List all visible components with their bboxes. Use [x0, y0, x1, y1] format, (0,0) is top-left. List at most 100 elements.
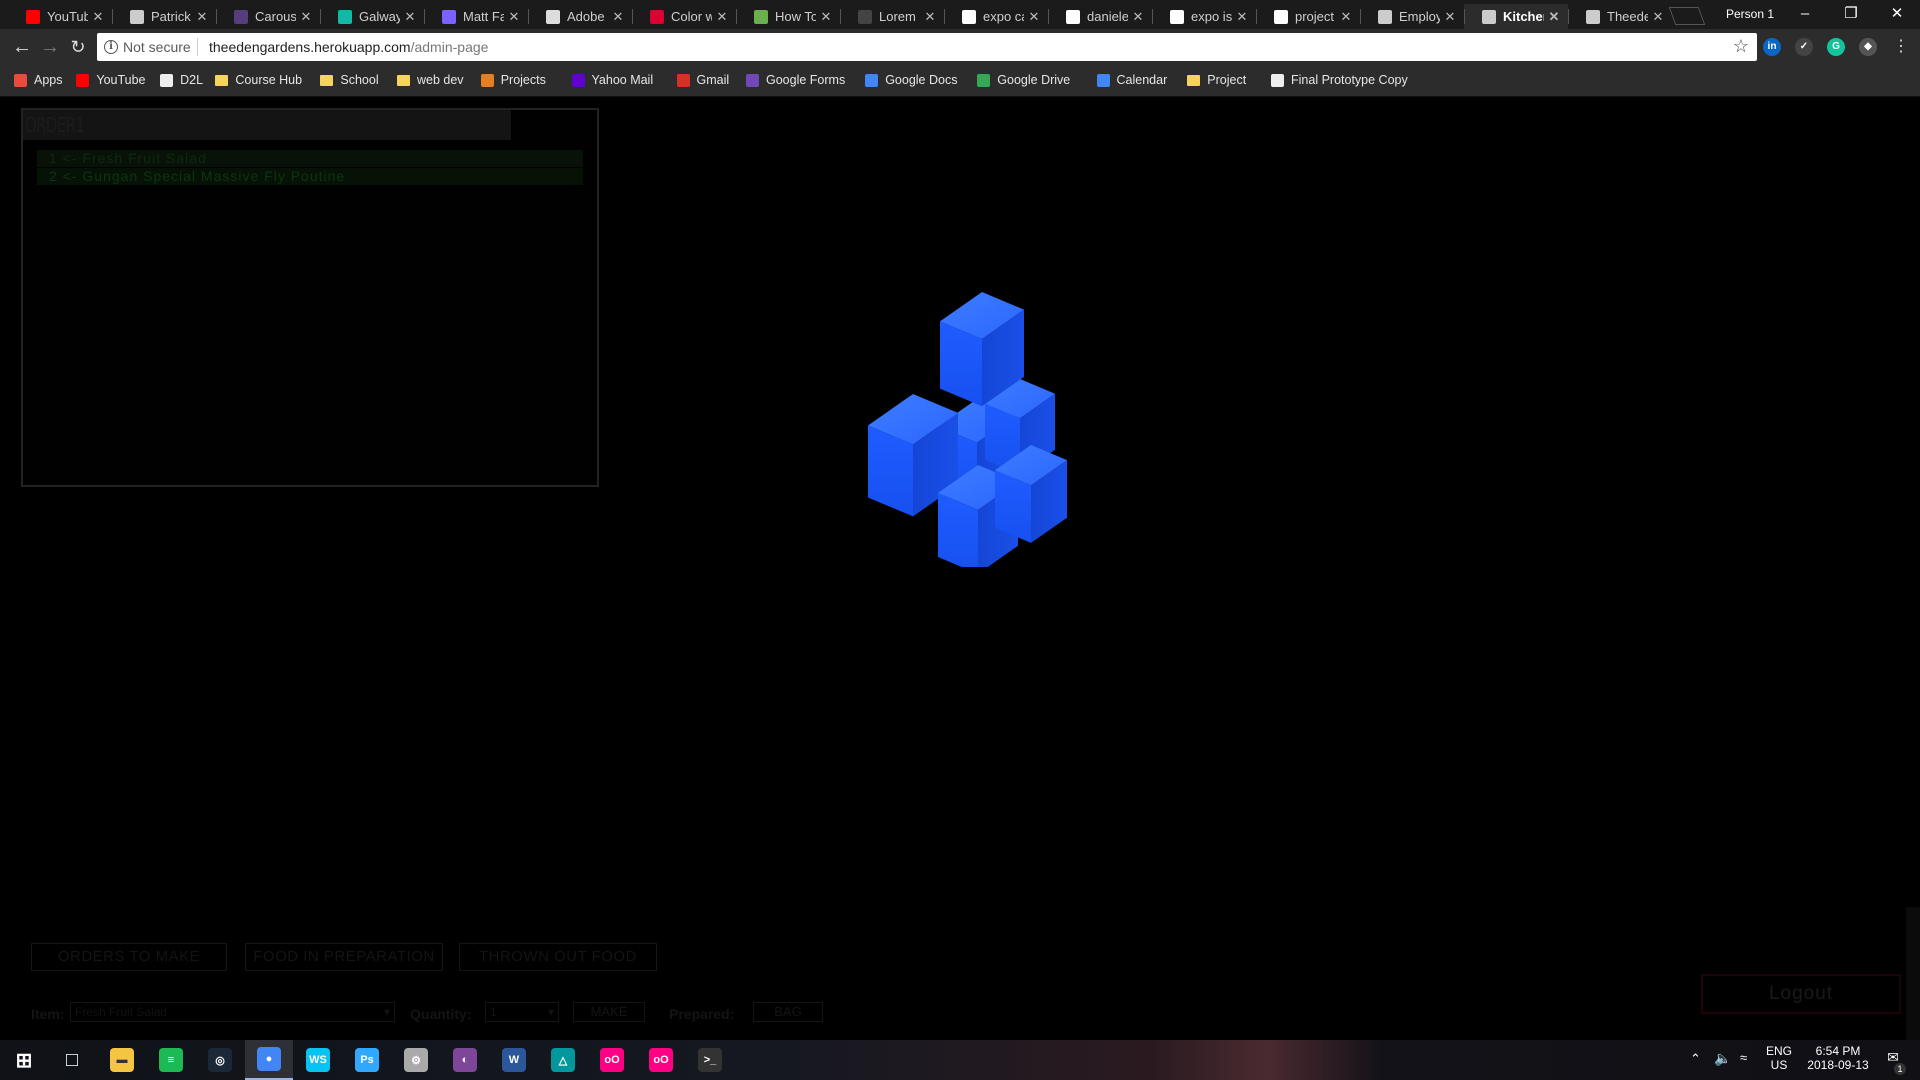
browser-tab[interactable]: How To ✕ — [736, 4, 840, 29]
tab-orders-to-make[interactable]: ORDERS TO MAKE — [31, 943, 227, 971]
notification-icon[interactable]: ✉ 1 — [1880, 1049, 1906, 1075]
info-icon[interactable]: i — [104, 40, 118, 54]
webstorm-icon[interactable]: WS — [294, 1040, 342, 1080]
close-window-icon[interactable]: ✕ — [1874, 3, 1920, 25]
close-tab-icon[interactable]: ✕ — [1028, 9, 1040, 25]
close-tab-icon[interactable]: ✕ — [716, 9, 728, 25]
galway-icon — [338, 9, 352, 24]
settings-icon[interactable]: ⚙ — [392, 1040, 440, 1080]
browser-tab[interactable]: Matt Far ✕ — [424, 4, 528, 29]
security-status-label[interactable]: Not secure — [123, 39, 191, 55]
minimize-window-icon[interactable]: – — [1782, 3, 1828, 25]
close-tab-icon[interactable]: ✕ — [1444, 9, 1456, 25]
close-tab-icon[interactable]: ✕ — [924, 9, 936, 25]
file-explorer-icon[interactable]: ▬ — [98, 1040, 146, 1080]
close-tab-icon[interactable]: ✕ — [300, 9, 312, 25]
forward-arrow-icon[interactable]: → — [37, 34, 63, 60]
volume-icon[interactable]: 🔈 — [1714, 1050, 1731, 1067]
bookmark-item[interactable]: Yahoo Mail — [571, 73, 653, 87]
close-tab-icon[interactable]: ✕ — [196, 9, 208, 25]
order-item[interactable]: 1 <- Fresh Fruit Salad — [37, 150, 583, 167]
back-arrow-icon[interactable]: ← — [9, 34, 35, 60]
browser-tab[interactable]: Color wh ✕ — [632, 4, 736, 29]
linkedin-extension-icon[interactable]: in — [1763, 38, 1781, 56]
browser-tab[interactable]: Adobe Il ✕ — [528, 4, 632, 29]
chevron-up-icon[interactable]: ⌃ — [1690, 1051, 1701, 1067]
bookmark-item[interactable]: Projects — [480, 73, 546, 87]
bookmark-item[interactable]: web dev — [397, 73, 464, 87]
restore-window-icon[interactable]: ❐ — [1828, 3, 1874, 25]
close-tab-icon[interactable]: ✕ — [1132, 9, 1144, 25]
close-tab-icon[interactable]: ✕ — [1652, 9, 1664, 25]
browser-tab[interactable]: Lorem Ip ✕ — [840, 4, 944, 29]
browser-tab[interactable]: Galway t ✕ — [320, 4, 424, 29]
dev-extension-icon[interactable]: ◆ — [1859, 38, 1877, 56]
bookmark-item[interactable]: Google Drive — [977, 73, 1070, 87]
browser-tab[interactable]: Carousel ✕ — [216, 4, 320, 29]
arduino-icon[interactable]: △ — [539, 1040, 587, 1080]
tab-separator — [528, 9, 529, 24]
close-tab-icon[interactable]: ✕ — [820, 9, 832, 25]
browser-tab[interactable]: expo is ✕ — [1152, 4, 1256, 29]
photoshop-icon[interactable]: Ps — [343, 1040, 391, 1080]
reader-extension-icon[interactable]: ✓ — [1795, 38, 1813, 56]
flickr-icon[interactable]: oO — [588, 1040, 636, 1080]
bookmark-item[interactable]: School — [320, 73, 379, 87]
close-tab-icon[interactable]: ✕ — [1340, 9, 1352, 25]
tab-thrown-out-food[interactable]: THROWN OUT FOOD — [459, 943, 657, 971]
reload-icon[interactable]: ↻ — [65, 34, 91, 60]
loading-cubes-icon — [868, 292, 1067, 567]
close-tab-icon[interactable]: ✕ — [404, 9, 416, 25]
browser-tab[interactable]: Patrick F ✕ — [112, 4, 216, 29]
grammarly-extension-icon[interactable]: G — [1827, 38, 1845, 56]
bookmark-item[interactable]: Course Hub — [215, 73, 302, 87]
bookmark-star-icon[interactable]: ☆ — [1733, 36, 1749, 57]
browser-tab[interactable]: Employ ✕ — [1360, 4, 1464, 29]
tor-icon[interactable]: ◐ — [441, 1040, 489, 1080]
bookmark-item[interactable]: Calendar — [1096, 73, 1167, 87]
close-tab-icon[interactable]: ✕ — [1236, 9, 1248, 25]
bookmark-item[interactable]: YouTube — [76, 73, 146, 87]
start-icon[interactable]: ⊞ — [0, 1040, 48, 1080]
wifi-icon[interactable]: ≈ — [1740, 1050, 1747, 1065]
browser-tab[interactable]: Kitchen ✕ — [1464, 4, 1568, 29]
item-select[interactable]: Fresh Fruit Salad ▾ — [70, 1002, 395, 1022]
close-tab-icon[interactable]: ✕ — [1548, 9, 1560, 25]
bag-button[interactable]: BAG — [753, 1002, 823, 1022]
profile-label[interactable]: Person 1 — [1726, 7, 1774, 21]
clock[interactable]: 6:54 PM 2018-09-13 — [1800, 1044, 1876, 1072]
make-button[interactable]: MAKE — [573, 1002, 645, 1022]
scrollbar[interactable] — [1906, 907, 1920, 1040]
browser-tab[interactable]: project ✕ — [1256, 4, 1360, 29]
browser-tab[interactable]: Theeden ✕ — [1568, 4, 1672, 29]
quantity-select[interactable]: 1 ▾ — [485, 1002, 559, 1022]
bookmark-item[interactable]: Google Docs — [865, 73, 957, 87]
bookmark-item[interactable]: Apps — [14, 73, 63, 87]
terminal-icon[interactable]: >_ — [686, 1040, 734, 1080]
browser-tab[interactable]: YouTube ✕ — [8, 4, 112, 29]
spotify-icon[interactable]: ≡ — [147, 1040, 195, 1080]
tab-food-in-preparation[interactable]: FOOD IN PREPARATION — [245, 943, 443, 971]
close-tab-icon[interactable]: ✕ — [508, 9, 520, 25]
close-tab-icon[interactable]: ✕ — [612, 9, 624, 25]
bookmark-item[interactable]: Gmail — [676, 73, 729, 87]
chrome-icon[interactable]: ● — [245, 1040, 293, 1080]
bookmark-item[interactable]: Google Forms — [746, 73, 845, 87]
logout-button[interactable]: Logout — [1701, 974, 1901, 1014]
steam-icon[interactable]: ◎ — [196, 1040, 244, 1080]
word-icon[interactable]: W — [490, 1040, 538, 1080]
browser-tab[interactable]: danielel ✕ — [1048, 4, 1152, 29]
task-view-icon[interactable]: □ — [48, 1040, 96, 1080]
language-indicator[interactable]: ENG US — [1764, 1044, 1794, 1072]
flickr-alt-icon[interactable]: oO — [637, 1040, 685, 1080]
bookmark-item[interactable]: Final Prototype Copy — [1271, 73, 1408, 87]
url-text[interactable]: theedengardens.herokuapp.com/admin-page — [209, 39, 488, 55]
bookmark-item[interactable]: Project — [1187, 73, 1246, 87]
address-bar[interactable]: i Not secure theedengardens.herokuapp.co… — [97, 33, 1757, 61]
close-tab-icon[interactable]: ✕ — [92, 9, 104, 25]
browser-tab[interactable]: expo can ✕ — [944, 4, 1048, 29]
new-tab-button[interactable] — [1668, 7, 1706, 25]
bookmark-item[interactable]: D2L — [160, 73, 203, 87]
browser-menu-icon[interactable]: ⋮ — [1888, 34, 1914, 60]
order-item[interactable]: 2 <- Gungan Special Massive Fly Poutine — [37, 168, 583, 185]
